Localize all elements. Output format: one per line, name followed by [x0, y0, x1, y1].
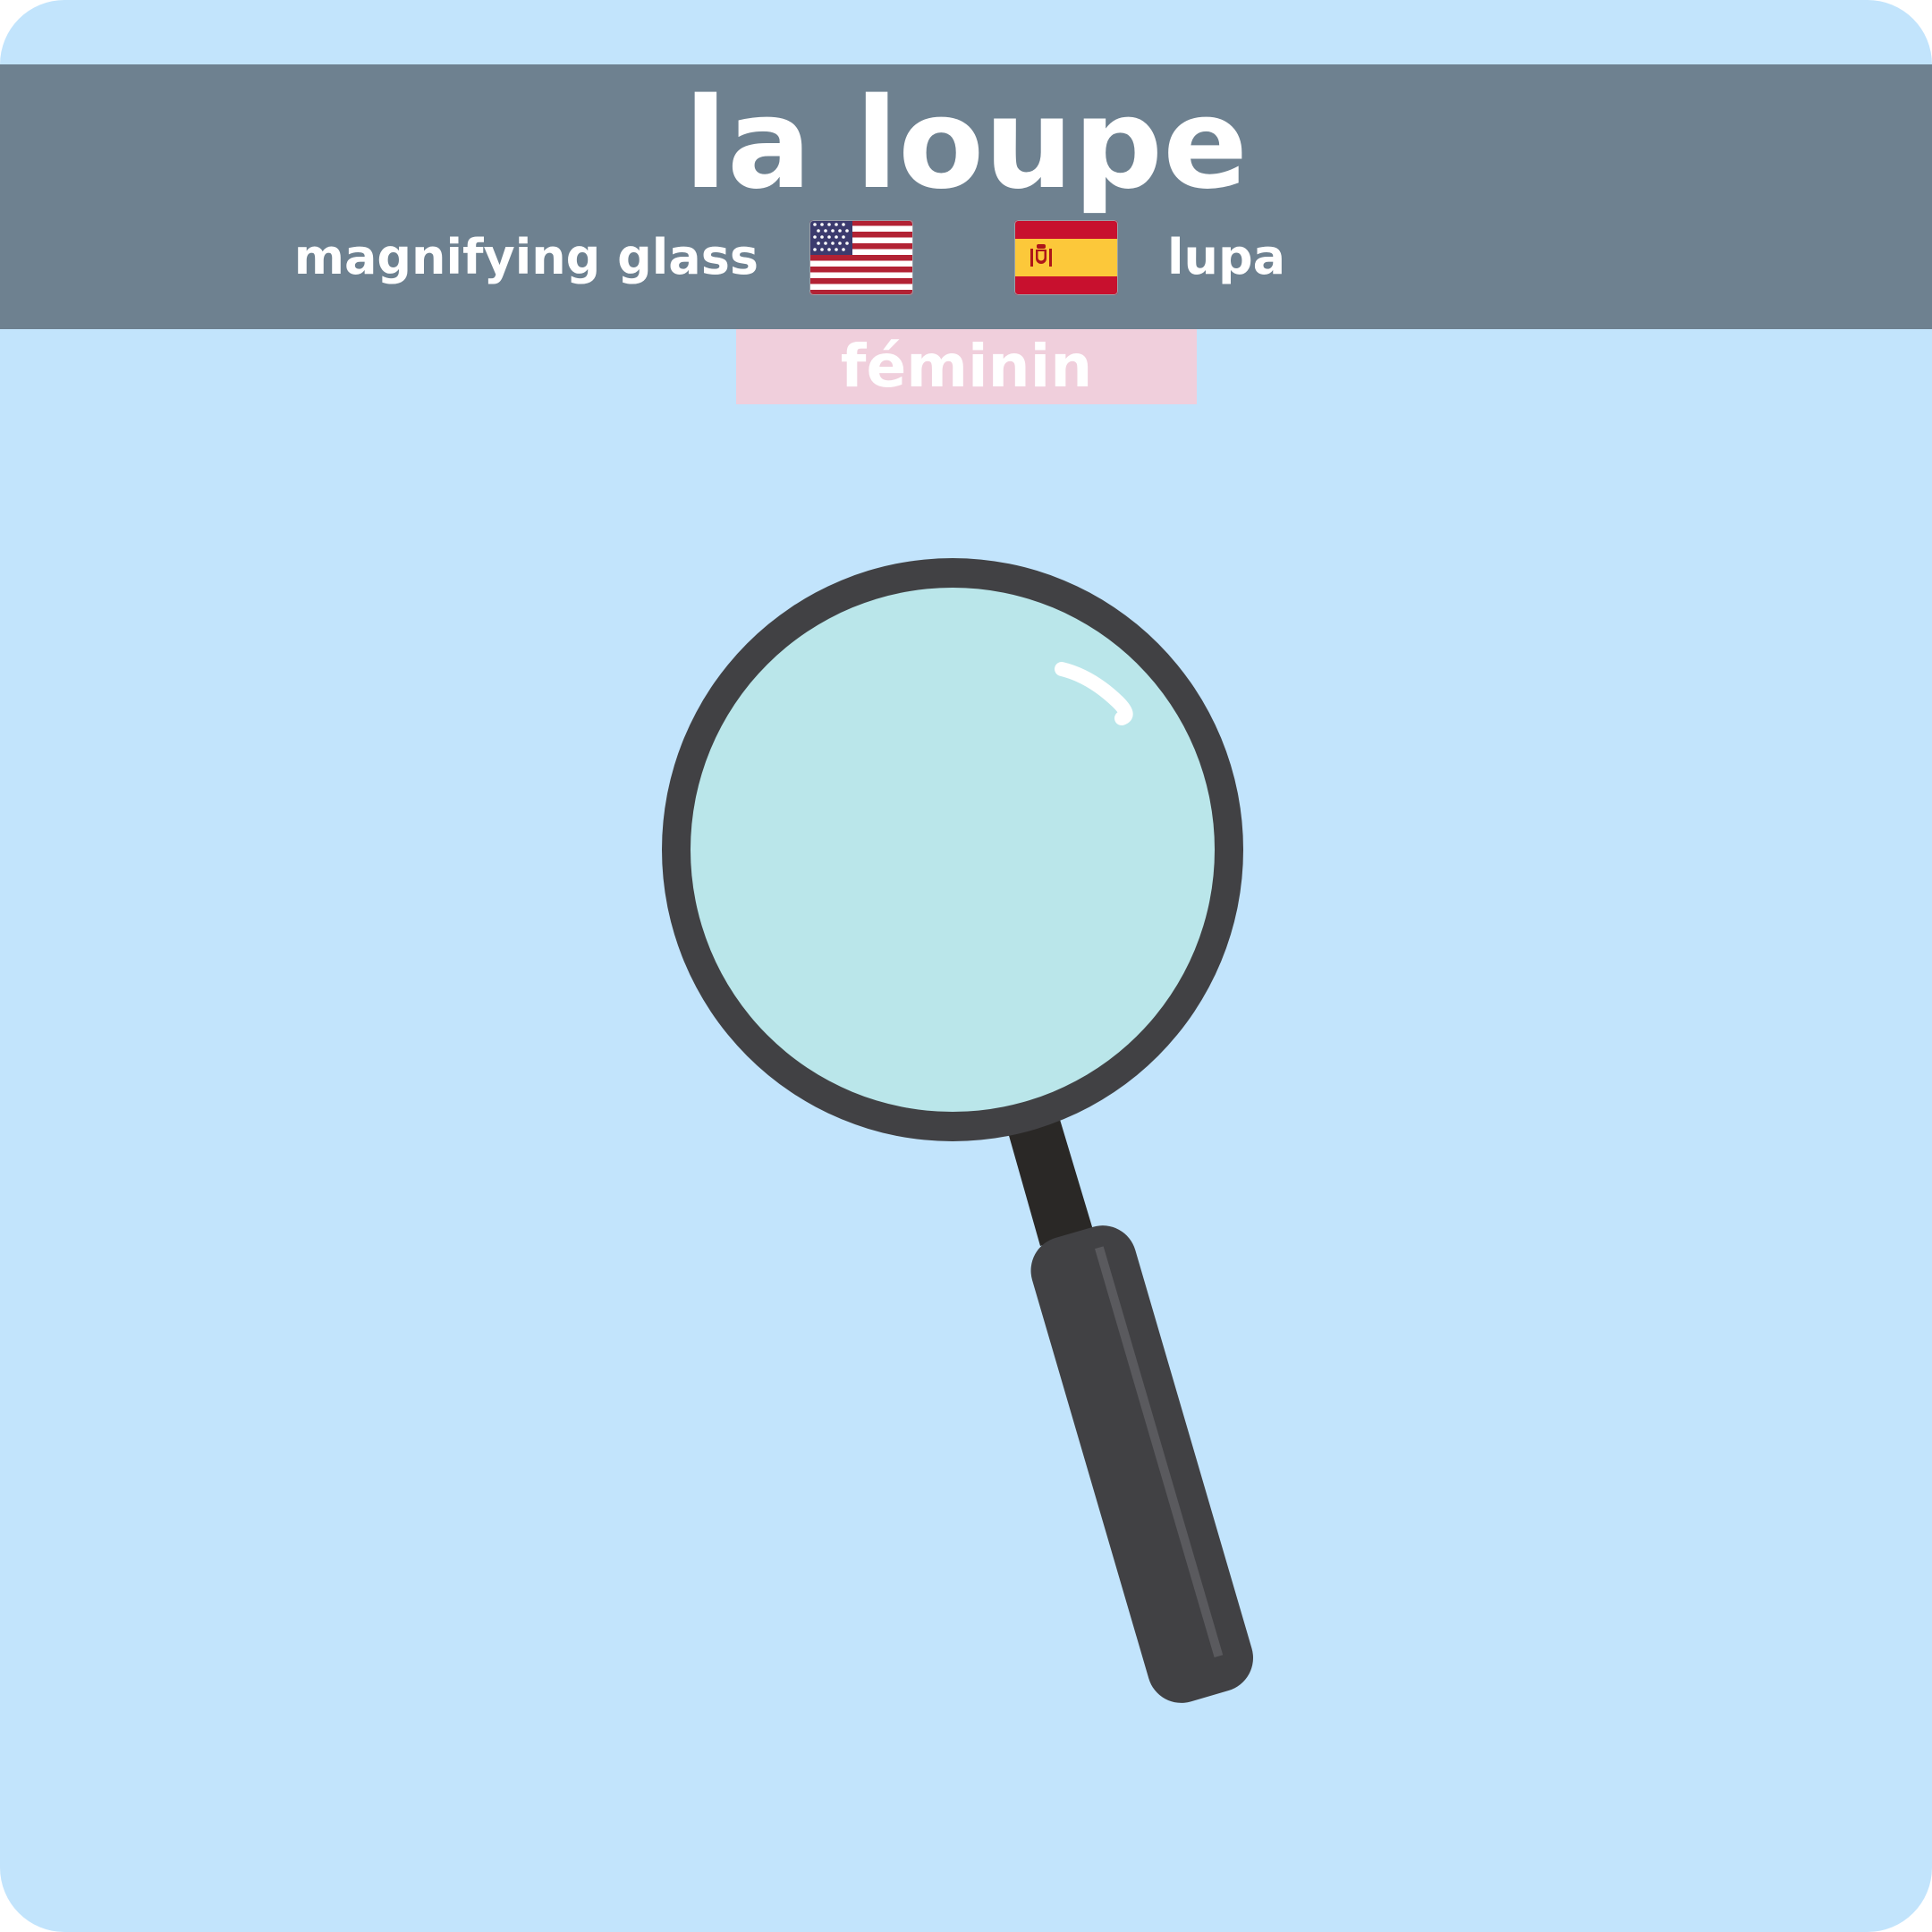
flashcard: la loupe magnifying glass lupa féminin: [0, 0, 1932, 1932]
magnifying-glass-lens: [691, 588, 1215, 1112]
magnifying-glass-handle: [1030, 1225, 1253, 1703]
magnifying-glass-icon: [662, 558, 1253, 1703]
